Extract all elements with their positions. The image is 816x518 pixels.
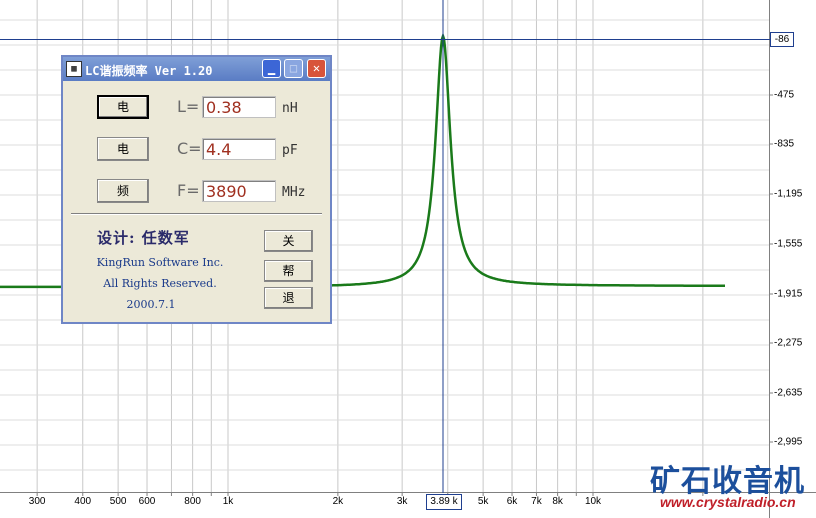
x-tick-label: 2k (332, 496, 344, 507)
y-tick-label: -2,995 (774, 436, 803, 448)
frequency-input[interactable]: 3890 (202, 180, 276, 202)
dialog-title: LC谐振频率 Ver 1.20 (85, 64, 213, 78)
calc-capacitance-button[interactable]: 电 (97, 137, 149, 161)
exit-button[interactable]: 退 (264, 287, 313, 309)
minimize-button[interactable]: ▁ (262, 59, 281, 78)
dialog-titlebar[interactable]: ▦ LC谐振频率 Ver 1.20 ▁ □ ✕ (63, 57, 330, 81)
close-window-button[interactable]: ✕ (307, 59, 326, 78)
x-tick-label: 6k (506, 496, 518, 507)
x-tick-label: 800 (184, 496, 201, 507)
x-tick-label: 300 (28, 496, 46, 507)
capacitance-label: C= (177, 139, 202, 158)
close-button[interactable]: 关 (264, 230, 313, 252)
date-text: 2000.7.1 (126, 298, 176, 311)
y-tick-label: -835 (774, 138, 795, 150)
x-tick-label: 1k (222, 496, 234, 507)
y-tick-label: -1,915 (774, 288, 803, 300)
designer-credit: 设计: 任数军 (97, 229, 190, 247)
capacitance-unit: pF (282, 143, 298, 158)
y-tick-label: -2,635 (774, 387, 803, 399)
y-tick-label: -475 (774, 89, 795, 101)
y-tick-label: -1,555 (774, 238, 803, 250)
x-tick-label: 600 (138, 496, 156, 507)
capacitance-input[interactable]: 4.4 (202, 138, 276, 160)
lc-resonance-dialog: ▦ LC谐振频率 Ver 1.20 ▁ □ ✕ 电 L= 0.38 nH 电 C… (61, 55, 332, 324)
frequency-unit: MHz (282, 185, 306, 200)
calc-frequency-button[interactable]: 频 (97, 179, 149, 203)
x-tick-label: 8k (552, 496, 563, 507)
app-icon: ▦ (66, 61, 82, 77)
company-text: KingRun Software Inc. (96, 256, 224, 269)
inductance-unit: nH (282, 101, 298, 116)
inductance-input[interactable]: 0.38 (202, 96, 276, 118)
frequency-label: F= (177, 181, 200, 200)
y-tick-label: -2,275 (774, 337, 803, 349)
help-button[interactable]: 帮 (264, 260, 313, 282)
watermark-url: www.crystalradio.cn (660, 494, 796, 510)
x-tick-label: 5k (477, 496, 489, 507)
x-tick-label: 3k (396, 496, 408, 507)
x-tick-label: 400 (74, 496, 92, 507)
y-tick-label: -1,195 (774, 188, 803, 200)
rights-text: All Rights Reserved. (103, 277, 217, 290)
cursor-x-readout: 3.89 k (426, 494, 462, 510)
x-tick-label: 500 (109, 496, 127, 507)
x-tick-label: 7k (531, 496, 542, 507)
cursor-y-readout: -86 (770, 32, 794, 47)
divider (71, 213, 322, 215)
maximize-button[interactable]: □ (284, 59, 303, 78)
x-tick-label: 10k (584, 496, 602, 507)
calc-inductance-button[interactable]: 电 (97, 95, 149, 119)
inductance-label: L= (177, 97, 200, 116)
